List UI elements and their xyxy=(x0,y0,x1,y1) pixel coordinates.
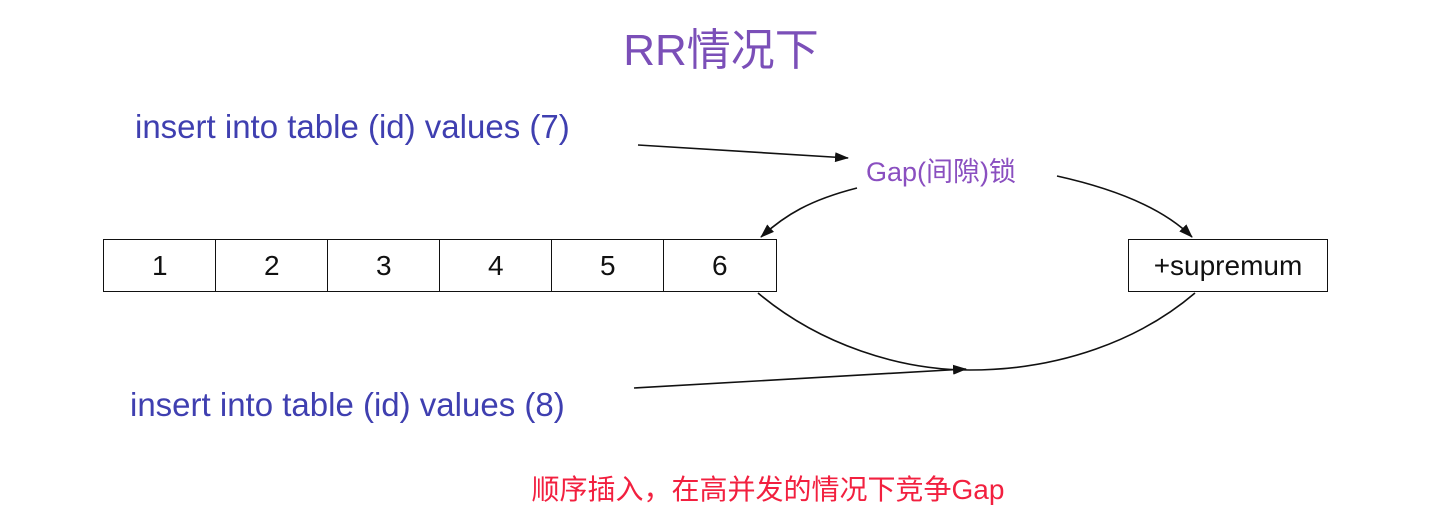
gap-to-record-6-arrow xyxy=(760,187,858,238)
connector-arrows xyxy=(633,144,1196,389)
gap-range-curve xyxy=(757,292,1196,371)
insert-7-arrow xyxy=(637,144,849,163)
insert-8-arrow xyxy=(633,364,967,389)
gap-to-supremum-arrow xyxy=(1056,175,1193,238)
